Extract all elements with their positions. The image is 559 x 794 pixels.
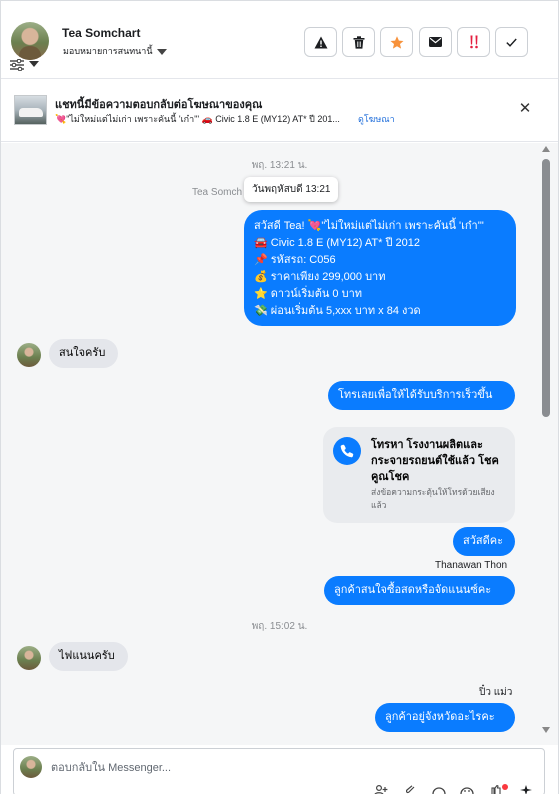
ad-context-banner: แชทนี้มีข้อความตอบกลับต่อโฆษณาของคุณ 💘"ไ…: [1, 80, 558, 142]
trash-icon: [353, 35, 364, 49]
messenger-inbox-panel: Tea Somchart มอบหมายการสนทนานี้ แชทนี้มี…: [0, 0, 559, 794]
filter-menu-icon[interactable]: [10, 58, 40, 72]
timestamp-separator: พฤ. 13:21 น.: [251, 160, 308, 171]
warning-icon: [314, 36, 327, 48]
emoji-icon[interactable]: [460, 785, 474, 794]
conversation-header: Tea Somchart มอบหมายการสนทนานี้: [1, 1, 558, 79]
view-ad-link[interactable]: ดูโฆษณา: [358, 112, 395, 126]
chevron-down-icon: [29, 61, 39, 67]
page-avatar: [20, 756, 42, 778]
priority-icon: [469, 35, 478, 49]
outgoing-message[interactable]: ลูกค้าอยู่จังหวัดอะไรคะ: [375, 703, 515, 732]
check-icon: [506, 38, 517, 47]
add-recipient-icon[interactable]: [374, 784, 388, 794]
notification-dot: [502, 784, 508, 790]
contact-name[interactable]: Tea Somchart: [62, 26, 140, 40]
saved-reply-icon[interactable]: [432, 785, 446, 794]
assign-label: มอบหมายการสนทนานี้: [63, 46, 153, 56]
close-banner-button[interactable]: ✕: [515, 99, 535, 119]
ad-reply-line: 🚘 Civic 1.8 E (MY12) AT* ปี 2012: [254, 237, 420, 249]
outgoing-message[interactable]: ลูกค้าสนใจซื้อสดหรือจัดแนนซ์คะ: [324, 576, 515, 605]
scroll-up-arrow-icon[interactable]: [542, 146, 550, 152]
delete-button[interactable]: [342, 27, 375, 57]
follow-up-button[interactable]: [457, 27, 490, 57]
timestamp-tooltip: วันพฤหัสบดี 13:21: [244, 177, 339, 202]
mark-unread-button[interactable]: [419, 27, 452, 57]
close-icon: ✕: [518, 100, 532, 117]
scroll-down-arrow-icon[interactable]: [542, 727, 550, 733]
timestamp-separator: พฤ. 15:02 น.: [251, 621, 308, 632]
ad-reply-line: 💸 ผ่อนเริ่มต้น 5,xxx บาท x 84 งวด: [254, 305, 421, 317]
like-icon[interactable]: [491, 784, 501, 794]
reply-input[interactable]: [51, 760, 511, 776]
mark-spam-button[interactable]: [304, 27, 337, 57]
phone-icon: [333, 437, 361, 465]
incoming-message[interactable]: ไฟแนนครับ: [49, 642, 128, 671]
agent-name: Thanawan Thon: [435, 560, 508, 571]
star-button[interactable]: [380, 27, 413, 57]
sender-name: Tea Somch: [192, 187, 243, 198]
ad-banner-title: แชทนี้มีข้อความตอบกลับต่อโฆษณาของคุณ: [55, 99, 263, 111]
assign-conversation-dropdown[interactable]: มอบหมายการสนทนานี้: [63, 44, 167, 58]
star-icon: [390, 35, 403, 49]
sparkle-icon[interactable]: [520, 785, 532, 794]
contact-avatar-small: [17, 343, 41, 367]
outgoing-message[interactable]: สวัสดีคะ: [453, 527, 515, 556]
outgoing-message[interactable]: โทรเลยเพื่อให้ได้รับบริการเร็วขึ้น: [328, 381, 515, 410]
agent-name: ปิ๋ว แม่ว: [479, 687, 513, 698]
scrollbar-thumb[interactable]: [542, 159, 550, 417]
ad-reply-line: สวัสดี Tea! 💘"ไม่ใหม่แต่ไม่เก่า เพราะคัน…: [254, 220, 484, 232]
ad-reply-message[interactable]: สวัสดี Tea! 💘"ไม่ใหม่แต่ไม่เก่า เพราะคัน…: [244, 210, 516, 326]
call-card-title: โทรหา โรงงานผลิตและกระจายรถยนต์ใช้แล้ว โ…: [371, 439, 499, 483]
ad-banner-text: 💘"ไม่ใหม่แต่ไม่เก่า เพราะคันนี้ 'เก๋า'" …: [55, 114, 340, 124]
incoming-message[interactable]: สนใจครับ: [49, 339, 118, 368]
contact-avatar-small: [17, 646, 41, 670]
chevron-down-icon: [156, 48, 167, 55]
ad-reply-line: 💰 ราคาเพียง 299,000 บาท: [254, 271, 386, 283]
attachment-icon[interactable]: [405, 785, 416, 794]
envelope-icon: [429, 37, 442, 47]
contact-avatar[interactable]: [11, 22, 49, 60]
mark-done-button[interactable]: [495, 27, 528, 57]
ad-reply-line: ⭐ ดาวน์เริ่มต้น 0 บาท: [254, 288, 362, 300]
ad-thumbnail-image[interactable]: [14, 95, 47, 125]
ad-reply-line: 📌 รหัสรถ: C056: [254, 254, 336, 266]
call-card-subtitle: ส่งข้อความกระตุ้นให้โทรด้วยเสียงแล้ว: [371, 487, 495, 510]
call-request-card[interactable]: โทรหา โรงงานผลิตและกระจายรถยนต์ใช้แล้ว โ…: [323, 427, 515, 523]
